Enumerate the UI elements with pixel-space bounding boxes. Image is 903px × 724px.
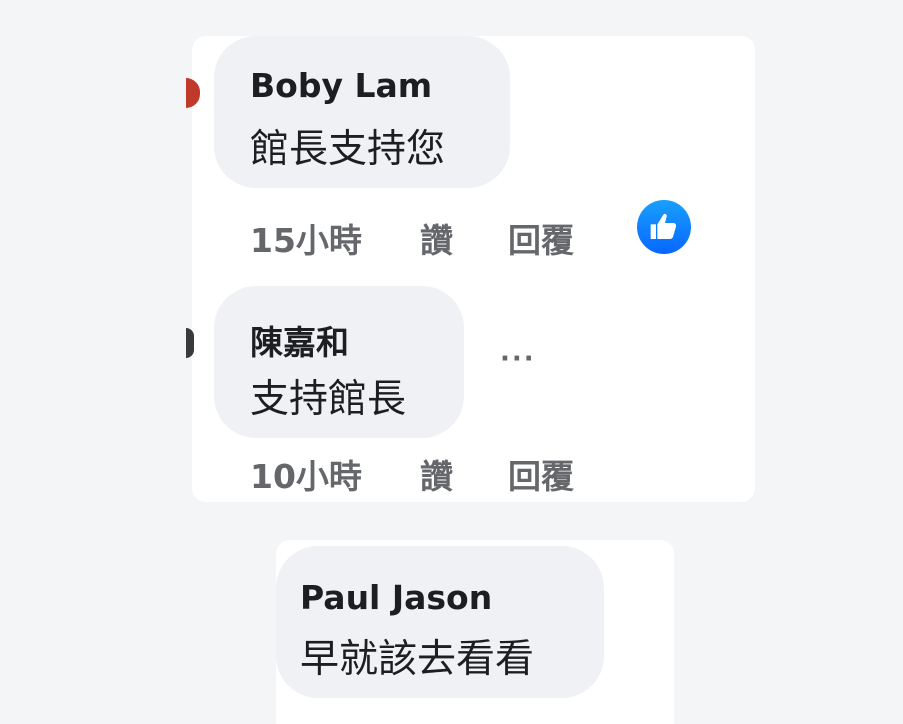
comment-thread-card: Paul Jason 早就該去看看 [276, 540, 674, 724]
comment-bubble[interactable]: Boby Lam 館長支持您 [214, 36, 510, 188]
thumbs-up-glyph [650, 213, 677, 239]
like-button[interactable]: 讚 [420, 450, 453, 498]
comment-timestamp[interactable]: 10小時 [250, 450, 362, 498]
comment-text: 支持館長 [250, 377, 407, 422]
comment-text: 早就該去看看 [300, 637, 535, 682]
comment-thread-card: Boby Lam 館長支持您 15小時 讚 回覆 陳嘉和 支持館長 ··· 10… [186, 36, 755, 502]
reply-button[interactable]: 回覆 [508, 214, 574, 262]
comment-timestamp[interactable]: 15小時 [250, 214, 362, 262]
avatar[interactable] [186, 328, 194, 358]
comment-bubble[interactable]: 陳嘉和 支持館長 [214, 286, 464, 438]
reply-button[interactable]: 回覆 [508, 450, 574, 498]
more-options-icon[interactable]: ··· [500, 344, 536, 374]
comment-author[interactable]: 陳嘉和 [250, 316, 349, 364]
comment-author[interactable]: Boby Lam [250, 66, 432, 105]
comment-author[interactable]: Paul Jason [300, 578, 492, 617]
comment-bubble[interactable]: Paul Jason 早就該去看看 [276, 546, 604, 698]
like-button[interactable]: 讚 [420, 214, 453, 262]
thumbs-up-icon[interactable] [637, 200, 691, 254]
comment-text: 館長支持您 [250, 127, 446, 172]
avatar[interactable] [186, 78, 200, 108]
